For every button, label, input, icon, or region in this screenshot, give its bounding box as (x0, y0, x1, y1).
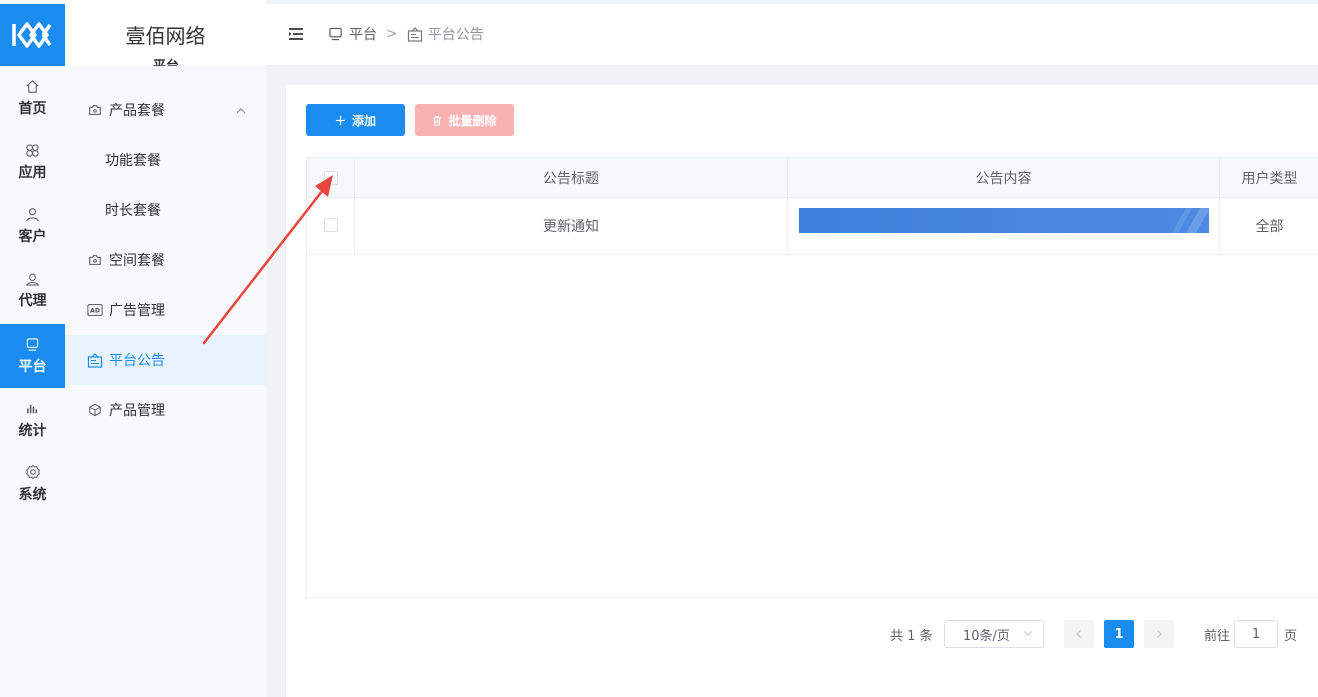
svg-text:AD: AD (90, 308, 100, 315)
notice-board-icon (87, 352, 103, 368)
menu-item-label: 空间套餐 (109, 253, 165, 269)
camera-box-icon (87, 252, 103, 268)
menu-item-feature-package[interactable]: 功能套餐 (65, 135, 266, 185)
menu-item-label: 产品管理 (109, 403, 165, 419)
rail-item-label: 首页 (18, 101, 47, 117)
agent-icon (25, 270, 41, 286)
menu-item-label: 功能套餐 (105, 153, 161, 169)
user-type-cell: 全部 (1255, 219, 1284, 235)
menu-list: 产品套餐 功能套餐 时长套餐 空间套餐 AD 广告管理 平台公告 产品管理 (65, 66, 266, 697)
row-select-cell (307, 198, 355, 254)
ad-icon: AD (87, 302, 103, 318)
column-header-title[interactable]: 公告标题 (355, 158, 788, 197)
apps-icon (25, 142, 41, 158)
rail-item-system[interactable]: 系统 (0, 452, 65, 516)
header-select-cell (307, 158, 355, 197)
breadcrumb-root[interactable]: 平台 (349, 24, 377, 44)
notice-content-cell (788, 198, 1220, 254)
page-number-button[interactable]: 1 (1104, 620, 1134, 648)
add-button-label: 添加 (351, 113, 376, 128)
table-row[interactable]: 更新通知 全部 (307, 198, 1318, 255)
home-icon (25, 78, 41, 94)
user-icon (25, 206, 41, 222)
rail-item-label: 统计 (18, 423, 47, 439)
rail-item-customers[interactable]: 客户 (0, 194, 65, 258)
breadcrumb-current: 平台公告 (427, 27, 484, 43)
menu-item-ad-management[interactable]: AD 广告管理 (65, 285, 266, 335)
rail-item-label: 应用 (18, 165, 47, 181)
breadcrumb: 平台 > 平台公告 (328, 24, 484, 44)
logo-icon (11, 22, 51, 48)
prev-page-button[interactable] (1064, 620, 1094, 648)
notice-table: 公告标题 公告内容 用户类型 更新通知 全部 (306, 157, 1318, 598)
plus-icon (335, 115, 346, 126)
app-logo[interactable] (0, 4, 65, 66)
sub-sidebar: 壹佰网络 平台 产品套餐 功能套餐 时长套餐 空间套餐 AD (65, 0, 266, 697)
monitor-icon (25, 336, 41, 352)
trash-icon (432, 115, 442, 126)
menu-item-space-package[interactable]: 空间套餐 (65, 235, 266, 285)
batch-delete-label: 批量删除 (448, 113, 497, 128)
next-page-button[interactable] (1144, 620, 1174, 648)
camera-box-icon (87, 102, 103, 118)
menu-item-label: 广告管理 (109, 303, 165, 319)
pagination-total: 共 1 条 (890, 628, 933, 644)
menu-item-label: 时长套餐 (105, 203, 161, 219)
notice-board-icon (407, 26, 423, 42)
menu-item-product-package[interactable]: 产品套餐 (65, 85, 266, 135)
menu-item-platform-notice[interactable]: 平台公告 (65, 335, 266, 385)
chevron-left-icon (1076, 630, 1081, 638)
collapse-menu-icon[interactable] (288, 26, 304, 45)
breadcrumb-separator: > (386, 26, 398, 42)
gear-icon (25, 464, 41, 480)
rail-item-agents[interactable]: 代理 (0, 258, 65, 322)
top-header: 平台 > 平台公告 (266, 0, 1318, 66)
rail-item-home[interactable]: 首页 (0, 66, 65, 130)
rail-item-label: 平台 (18, 359, 47, 375)
rail-item-label: 系统 (18, 487, 47, 503)
column-header-content[interactable]: 公告内容 (788, 158, 1220, 197)
rail-item-label: 代理 (18, 293, 47, 309)
bar-chart-icon (25, 400, 41, 416)
add-button[interactable]: 添加 (306, 104, 405, 136)
notice-content-image (798, 208, 1209, 233)
cube-icon (87, 402, 103, 418)
select-all-checkbox[interactable] (323, 171, 338, 185)
page-suffix: 页 (1284, 628, 1298, 644)
menu-item-product-management[interactable]: 产品管理 (65, 385, 266, 435)
page-size-value: 10条/页 (963, 628, 1010, 644)
row-checkbox[interactable] (323, 218, 338, 232)
monitor-icon (328, 26, 344, 42)
chevron-right-icon (1157, 630, 1162, 638)
rail-item-apps[interactable]: 应用 (0, 130, 65, 194)
menu-item-label: 平台公告 (109, 353, 165, 369)
chevron-down-icon (1023, 627, 1033, 642)
notice-title-cell: 更新通知 (355, 198, 788, 254)
rail-item-label: 客户 (18, 229, 47, 245)
menu-item-label: 产品套餐 (109, 103, 165, 119)
goto-page-input[interactable]: 1 (1234, 620, 1278, 648)
table-header: 公告标题 公告内容 用户类型 (307, 158, 1318, 198)
brand-title: 壹佰网络 (125, 24, 206, 48)
goto-label: 前往 (1204, 628, 1231, 644)
rail-item-stats[interactable]: 统计 (0, 388, 65, 452)
app-rail: 首页 应用 客户 代理 平台 统计 系统 (0, 0, 65, 697)
rail-item-platform[interactable]: 平台 (0, 324, 65, 388)
chevron-up-icon (236, 104, 246, 120)
menu-item-duration-package[interactable]: 时长套餐 (65, 185, 266, 235)
batch-delete-button[interactable]: 批量删除 (415, 104, 514, 136)
brand-header: 壹佰网络 平台 (65, 0, 266, 74)
page-size-select[interactable]: 10条/页 (944, 620, 1044, 648)
column-header-user-type[interactable]: 用户类型 (1220, 158, 1318, 197)
